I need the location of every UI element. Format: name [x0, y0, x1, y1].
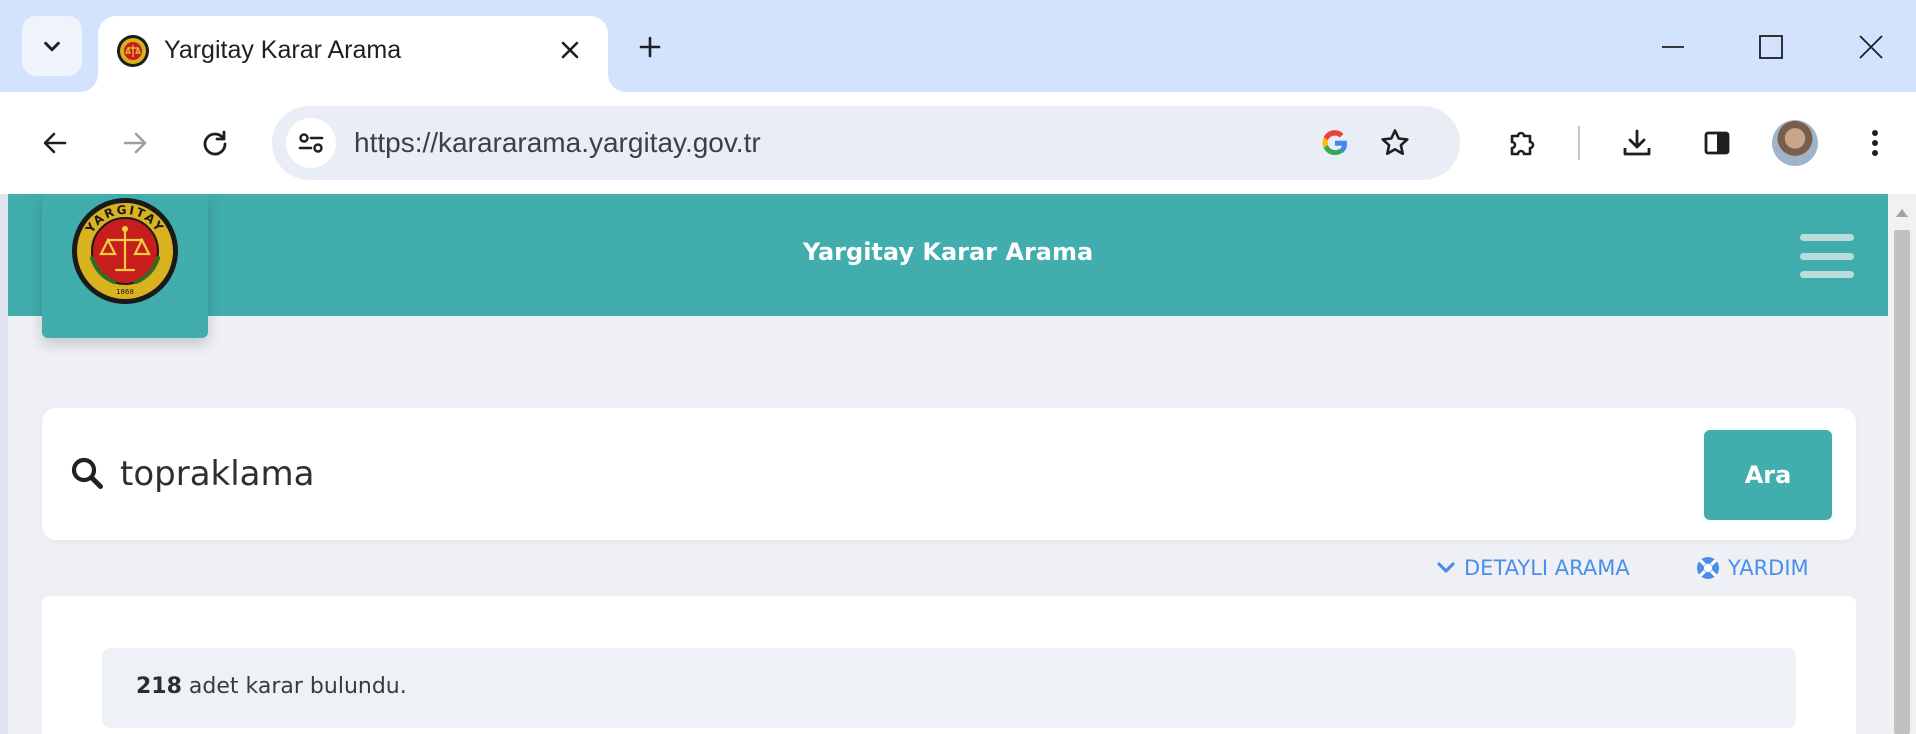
bookmark-star-icon — [1381, 129, 1409, 155]
browser-menu-button[interactable] — [1848, 116, 1902, 170]
search-card: Ara — [42, 408, 1856, 540]
help-link[interactable]: YARDIM — [1696, 556, 1809, 580]
plus-icon — [639, 36, 661, 58]
search-button[interactable]: Ara — [1704, 430, 1832, 520]
maximize-button[interactable] — [1746, 22, 1796, 72]
site-header: Yargitay Karar Arama — [8, 194, 1888, 316]
window-close-icon — [1859, 35, 1883, 59]
page-viewport: Yargitay Karar Arama YARGITAY 1868 topra… — [8, 194, 1888, 734]
scrollbar-thumb[interactable] — [1894, 230, 1910, 734]
google-lens-button[interactable] — [1312, 120, 1358, 166]
extensions-button[interactable] — [1494, 116, 1548, 170]
results-count-text: 218 adet karar bulundu. — [136, 674, 407, 699]
minimize-icon — [1662, 46, 1684, 48]
reload-icon — [203, 130, 227, 156]
chevron-down-icon — [1437, 562, 1455, 573]
downloads-button[interactable] — [1610, 116, 1664, 170]
hamburger-line — [1800, 252, 1854, 260]
reload-button[interactable] — [188, 116, 242, 170]
browser-toolbar: https://karararama.yargitay.gov.tr — [0, 92, 1916, 194]
bookmark-button[interactable] — [1372, 120, 1418, 166]
side-panel-icon — [1704, 131, 1730, 155]
tab-title: Yargitay Karar Arama — [164, 36, 402, 64]
site-info-button[interactable] — [286, 118, 336, 168]
site-title: Yargitay Karar Arama — [802, 238, 1094, 266]
side-panel-button[interactable] — [1690, 116, 1744, 170]
profile-avatar[interactable] — [1772, 120, 1818, 166]
tab-close-button[interactable] — [550, 30, 590, 70]
page-scrollbar[interactable] — [1888, 194, 1916, 734]
extensions-icon — [1510, 131, 1535, 156]
google-icon — [1322, 130, 1348, 156]
search-input[interactable] — [120, 444, 1320, 504]
tab-search-button[interactable] — [22, 16, 82, 76]
scroll-up-arrow[interactable] — [1888, 202, 1916, 224]
hamburger-menu-button[interactable] — [1800, 234, 1854, 278]
results-count: 218 — [136, 674, 182, 699]
window-close-button[interactable] — [1846, 22, 1896, 72]
detailed-search-link[interactable]: DETAYLI ARAMA — [1436, 556, 1630, 580]
back-button[interactable] — [28, 116, 82, 170]
help-label: YARDIM — [1728, 556, 1809, 580]
results-card: 218 adet karar bulundu. — [42, 596, 1856, 734]
url-text: https://karararama.yargitay.gov.tr — [354, 127, 761, 158]
close-icon — [561, 41, 579, 59]
back-icon — [43, 132, 67, 154]
yargitay-seal-icon — [117, 35, 149, 67]
download-icon — [1623, 129, 1651, 156]
detailed-search-label: DETAYLI ARAMA — [1464, 556, 1630, 580]
menu-icon — [1872, 130, 1878, 156]
lifebuoy-icon — [1697, 557, 1719, 579]
toolbar-divider — [1578, 126, 1580, 160]
triangle-up-icon — [1896, 209, 1908, 217]
hamburger-line — [1800, 234, 1854, 241]
active-tab[interactable]: Yargitay Karar Arama — [98, 16, 608, 92]
site-info-icon — [298, 133, 324, 153]
yargitay-seal-logo: YARGITAY 1868 — [72, 198, 178, 304]
minimize-button[interactable] — [1648, 22, 1698, 72]
hamburger-line — [1800, 271, 1854, 278]
results-count-bar: 218 adet karar bulundu. — [102, 648, 1796, 728]
tab-strip: Yargitay Karar Arama — [0, 0, 1916, 92]
search-icon — [71, 457, 103, 489]
yargitay-logo[interactable]: YARGITAY 1868 — [42, 194, 208, 338]
forward-icon — [123, 132, 147, 154]
address-bar[interactable]: https://karararama.yargitay.gov.tr — [272, 106, 1460, 180]
maximize-icon — [1759, 35, 1783, 59]
chevron-down-icon — [44, 41, 60, 52]
results-count-suffix: adet karar bulundu. — [181, 674, 407, 699]
logo-year: 1868 — [116, 288, 134, 296]
forward-button[interactable] — [108, 116, 162, 170]
new-tab-button[interactable] — [630, 27, 670, 67]
